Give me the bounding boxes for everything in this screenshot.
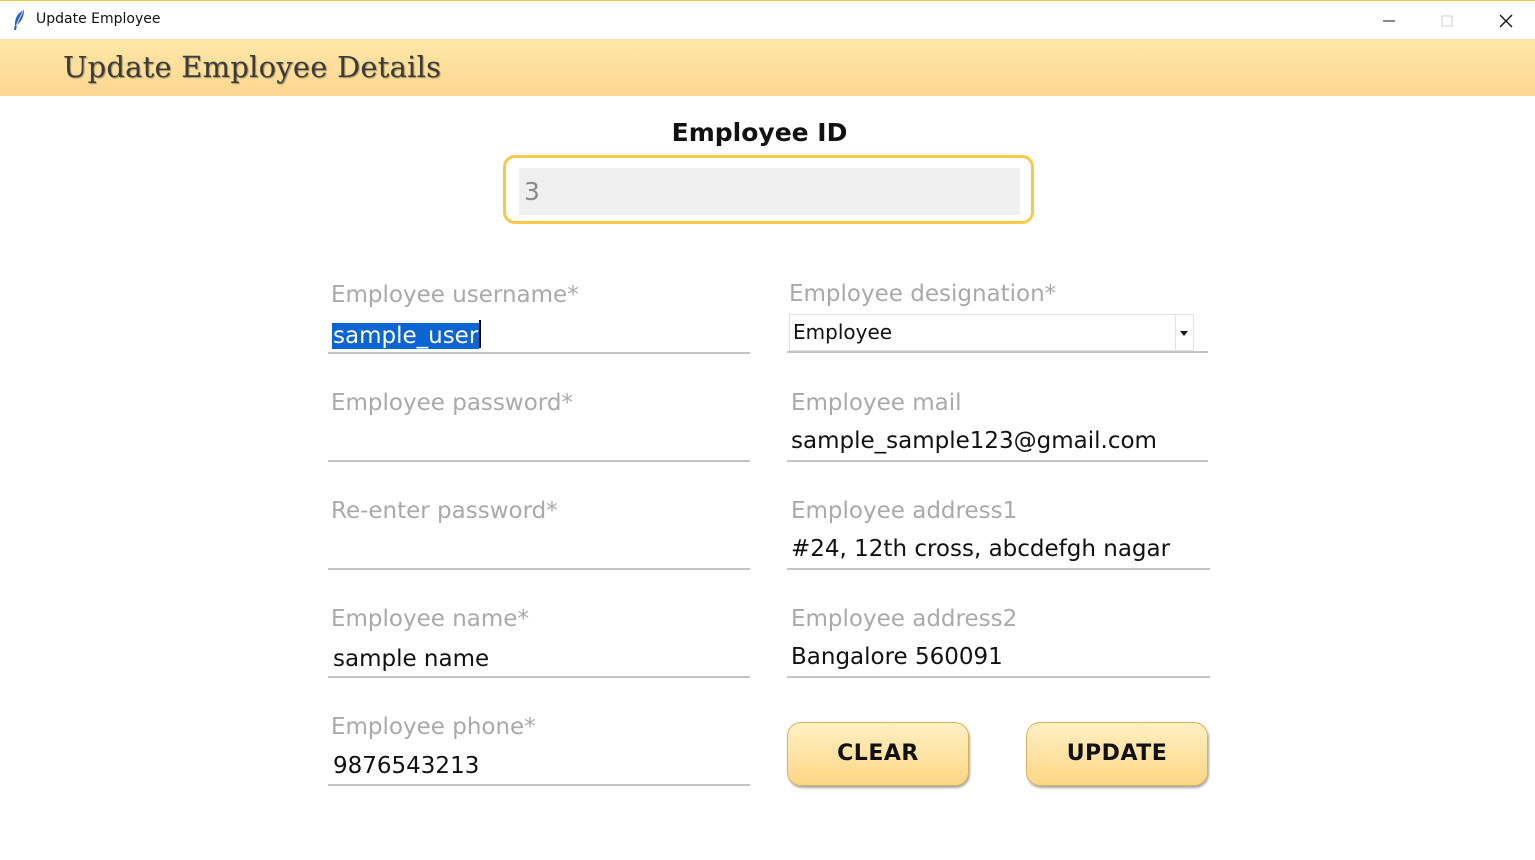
close-button[interactable] — [1477, 1, 1535, 39]
designation-underline — [787, 351, 1208, 353]
employee-id-frame: 3 — [503, 155, 1034, 224]
clear-button[interactable]: CLEAR — [787, 722, 969, 786]
password-label: Employee password* — [331, 390, 573, 416]
maximize-button[interactable] — [1418, 1, 1476, 39]
employee-id-field[interactable]: 3 — [519, 168, 1020, 215]
maximize-icon — [1441, 15, 1453, 27]
text-cursor — [479, 320, 482, 348]
username-field[interactable]: sample_user — [332, 320, 482, 349]
phone-underline — [328, 784, 750, 786]
designation-selected-value: Employee — [793, 320, 893, 344]
window-titlebar: Update Employee — [0, 0, 1535, 38]
username-label: Employee username* — [331, 282, 579, 308]
mail-label: Employee mail — [791, 390, 962, 416]
address1-field[interactable]: #24, 12th cross, abcdefgh nagar — [791, 536, 1170, 562]
page-title: Update Employee Details — [63, 50, 442, 84]
address2-label: Employee address2 — [791, 606, 1018, 632]
mail-underline — [787, 460, 1208, 462]
minimize-icon — [1383, 20, 1395, 22]
designation-select[interactable]: Employee — [789, 314, 1194, 351]
address1-label: Employee address1 — [791, 498, 1018, 524]
dropdown-arrow-icon[interactable] — [1175, 315, 1193, 350]
feather-icon — [12, 9, 26, 31]
employee-id-label: Employee ID — [671, 118, 848, 147]
address2-field[interactable]: Bangalore 560091 — [791, 644, 1003, 670]
reenter-password-field[interactable] — [332, 536, 750, 566]
name-field[interactable]: sample name — [333, 646, 489, 672]
reenter-password-label: Re-enter password* — [331, 498, 558, 524]
minimize-button[interactable] — [1360, 1, 1418, 39]
password-field[interactable] — [332, 428, 750, 458]
mail-field[interactable]: sample_sample123@gmail.com — [791, 428, 1157, 454]
address2-underline — [787, 676, 1210, 678]
name-underline — [328, 676, 750, 678]
name-label: Employee name* — [331, 606, 529, 632]
update-button[interactable]: UPDATE — [1026, 722, 1208, 786]
password-underline — [328, 460, 750, 462]
reenter-password-underline — [328, 568, 750, 570]
close-icon — [1499, 14, 1513, 28]
username-underline — [328, 352, 750, 354]
phone-field[interactable]: 9876543213 — [333, 753, 479, 779]
designation-label: Employee designation* — [789, 281, 1057, 307]
username-selected-text: sample_user — [332, 323, 480, 349]
phone-label: Employee phone* — [331, 714, 536, 740]
employee-id-label-row: Employee ID — [0, 118, 1535, 147]
window-title: Update Employee — [36, 11, 161, 27]
address1-underline — [787, 568, 1210, 570]
